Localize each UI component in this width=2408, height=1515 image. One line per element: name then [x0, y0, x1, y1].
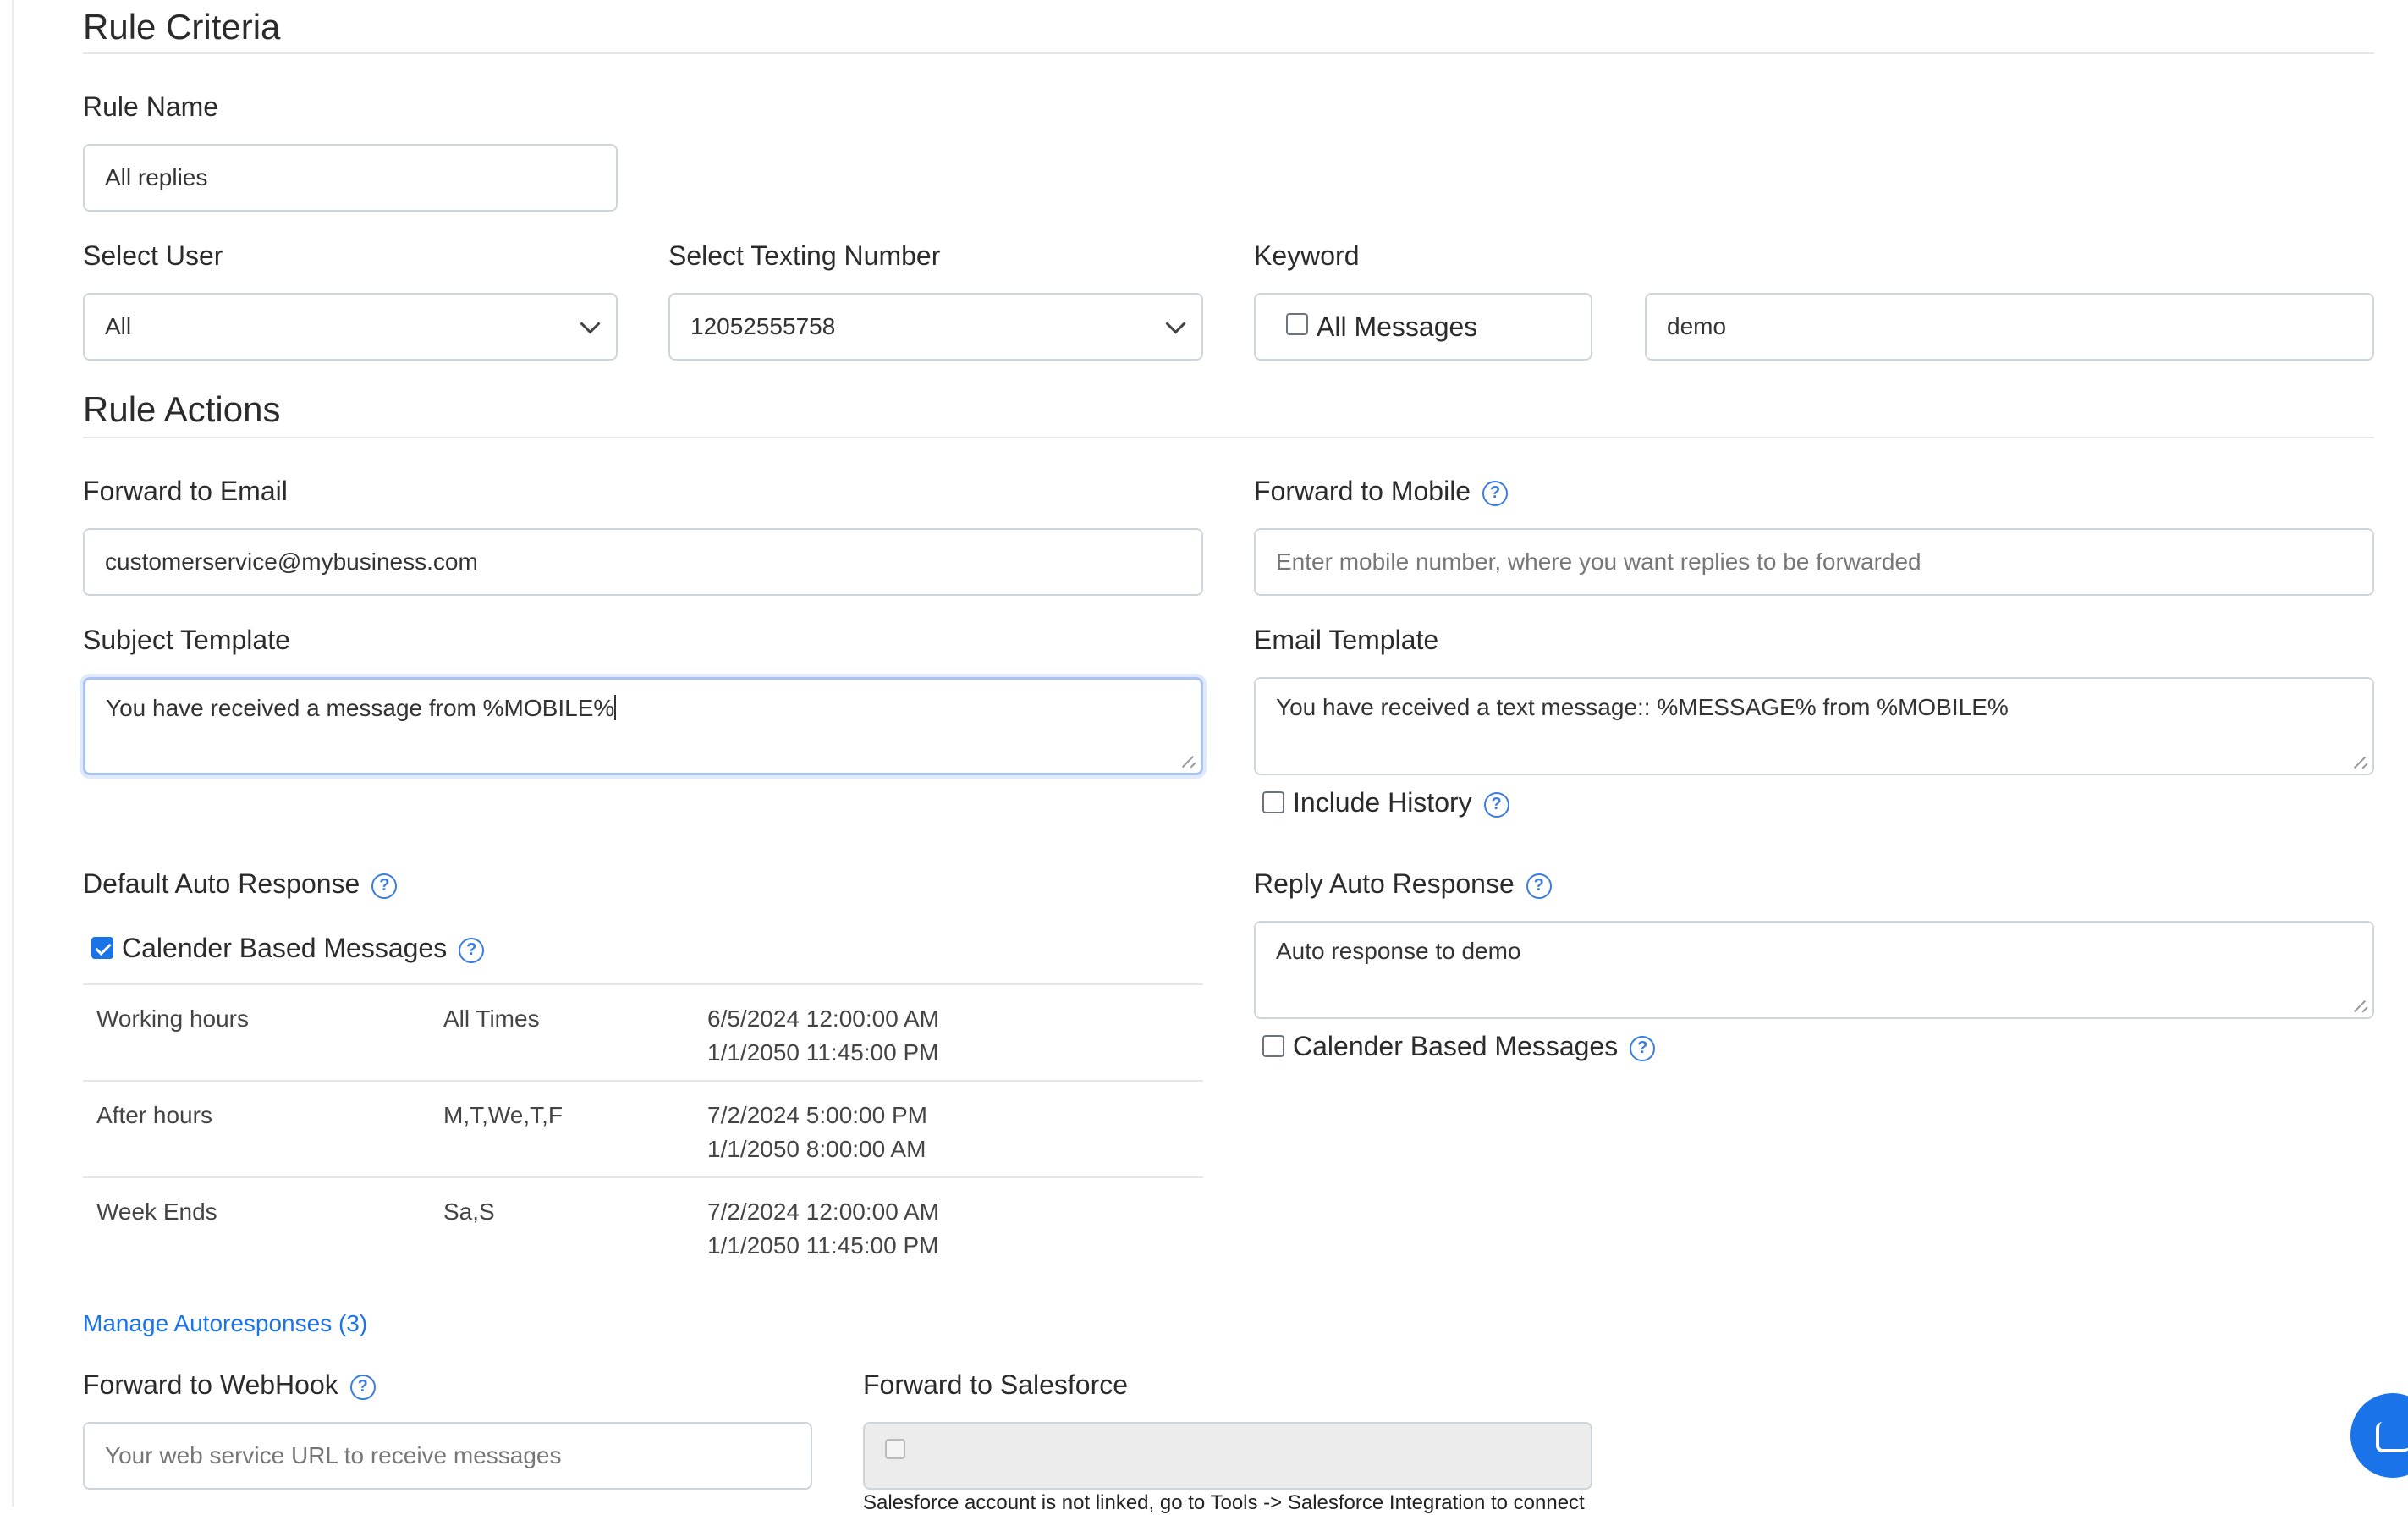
- select-user-dropdown[interactable]: All: [83, 293, 618, 361]
- reply-auto-value: Auto response to demo: [1276, 938, 1521, 964]
- schedule-start: 7/2/2024 5:00:00 PM: [707, 1102, 927, 1128]
- help-icon[interactable]: ?: [459, 937, 485, 963]
- texting-number-dropdown[interactable]: 12052555758: [668, 293, 1203, 361]
- reply-calendar-row: Calender Based Messages?: [1262, 1031, 1656, 1062]
- forward-mobile-label-row: Forward to Mobile?: [1254, 476, 1509, 507]
- forward-email-value: customerservice@mybusiness.com: [105, 548, 478, 575]
- chat-bubble-icon[interactable]: [2350, 1393, 2408, 1478]
- chat-glyph: [2376, 1422, 2408, 1452]
- all-messages-box[interactable]: All Messages: [1254, 293, 1592, 361]
- schedule-name: Working hours: [96, 1005, 250, 1032]
- reply-auto-textarea[interactable]: Auto response to demo: [1254, 921, 2374, 1019]
- default-auto-row: Default Auto Response?: [83, 868, 398, 900]
- schedule-days: Sa,S: [443, 1198, 495, 1225]
- rule-criteria-heading: Rule Criteria: [83, 7, 281, 47]
- subject-template-textarea[interactable]: You have received a message from %MOBILE…: [83, 677, 1203, 775]
- rule-name-input[interactable]: All replies: [83, 144, 618, 212]
- schedule-end: 1/1/2050 11:45:00 PM: [707, 1232, 939, 1259]
- text-cursor: [614, 695, 617, 720]
- help-icon[interactable]: ?: [1526, 873, 1552, 899]
- schedule-start: 7/2/2024 12:00:00 AM: [707, 1198, 939, 1225]
- calendar-messages-checkbox[interactable]: [91, 936, 113, 959]
- texting-number-value: 12052555758: [690, 313, 836, 339]
- table-row: Week Ends Sa,S 7/2/2024 12:00:00 AM 1/1/…: [83, 1176, 1203, 1275]
- rule-actions-heading: Rule Actions: [83, 389, 281, 429]
- email-template-label: Email Template: [1254, 625, 1439, 655]
- subject-template-label: Subject Template: [83, 625, 290, 655]
- select-user-label: Select User: [83, 240, 223, 271]
- all-messages-label: All Messages: [1317, 311, 1478, 342]
- manage-autoresponses-link[interactable]: Manage Autoresponses (3): [83, 1310, 367, 1337]
- include-history-row: Include History?: [1262, 787, 1509, 818]
- help-icon[interactable]: ?: [371, 873, 398, 899]
- webhook-placeholder: Your web service URL to receive messages: [105, 1442, 562, 1468]
- calendar-messages-label: Calender Based Messages: [122, 933, 448, 963]
- schedule-end: 1/1/2050 8:00:00 AM: [707, 1136, 926, 1162]
- help-icon[interactable]: ?: [1482, 480, 1509, 506]
- texting-number-label: Select Texting Number: [668, 240, 941, 271]
- keyword-value: demo: [1667, 313, 1727, 339]
- schedule-name: After hours: [96, 1102, 212, 1128]
- keyword-label: Keyword: [1254, 240, 1360, 271]
- all-messages-checkbox[interactable]: [1286, 313, 1308, 335]
- webhook-label: Forward to WebHook: [83, 1369, 338, 1400]
- reply-calendar-checkbox[interactable]: [1262, 1034, 1284, 1057]
- criteria-divider: [83, 52, 2374, 54]
- email-template-value: You have received a text message:: %MESS…: [1276, 694, 2009, 720]
- resize-handle-icon[interactable]: [2356, 1000, 2367, 1012]
- table-row: After hours M,T,We,T,F 7/2/2024 5:00:00 …: [83, 1080, 1203, 1178]
- reply-auto-row: Reply Auto Response?: [1254, 868, 1552, 900]
- salesforce-label: Forward to Salesforce: [863, 1369, 1129, 1400]
- actions-divider: [83, 437, 2374, 438]
- resize-handle-icon[interactable]: [2356, 757, 2367, 769]
- help-icon[interactable]: ?: [1483, 791, 1509, 818]
- table-row: Working hours All Times 6/5/2024 12:00:0…: [83, 983, 1203, 1082]
- email-template-textarea[interactable]: You have received a text message:: %MESS…: [1254, 677, 2374, 775]
- reply-calendar-label: Calender Based Messages: [1293, 1031, 1619, 1061]
- forward-email-input[interactable]: customerservice@mybusiness.com: [83, 528, 1203, 596]
- left-border: [12, 0, 14, 1507]
- default-auto-label: Default Auto Response: [83, 868, 360, 899]
- chevron-down-icon: [580, 313, 601, 334]
- rule-name-value: All replies: [105, 164, 208, 190]
- help-icon[interactable]: ?: [1630, 1035, 1656, 1061]
- salesforce-note: Salesforce account is not linked, go to …: [863, 1491, 1585, 1514]
- reply-auto-label: Reply Auto Response: [1254, 868, 1515, 899]
- calendar-messages-row: Calender Based Messages?: [91, 933, 485, 964]
- schedule-end: 1/1/2050 11:45:00 PM: [707, 1039, 939, 1066]
- include-history-checkbox[interactable]: [1262, 791, 1284, 813]
- keyword-input[interactable]: demo: [1645, 293, 2374, 361]
- forward-email-label: Forward to Email: [83, 476, 288, 506]
- salesforce-checkbox: [885, 1439, 905, 1459]
- schedule-name: Week Ends: [96, 1198, 217, 1225]
- schedule-start: 6/5/2024 12:00:00 AM: [707, 1005, 939, 1032]
- forward-mobile-placeholder: Enter mobile number, where you want repl…: [1276, 548, 1921, 575]
- help-icon[interactable]: ?: [349, 1374, 376, 1400]
- resize-handle-icon[interactable]: [1184, 756, 1196, 768]
- chevron-down-icon: [1165, 313, 1186, 334]
- webhook-input[interactable]: Your web service URL to receive messages: [83, 1422, 812, 1490]
- forward-mobile-label: Forward to Mobile: [1254, 476, 1471, 506]
- schedule-days: All Times: [443, 1005, 540, 1032]
- select-user-value: All: [105, 313, 132, 339]
- salesforce-box: [863, 1422, 1592, 1490]
- rule-name-label: Rule Name: [83, 91, 219, 122]
- forward-mobile-input[interactable]: Enter mobile number, where you want repl…: [1254, 528, 2374, 596]
- webhook-row: Forward to WebHook?: [83, 1369, 376, 1401]
- include-history-label: Include History: [1293, 787, 1472, 818]
- schedule-days: M,T,We,T,F: [443, 1102, 564, 1128]
- subject-template-value: You have received a message from %MOBILE…: [106, 695, 615, 721]
